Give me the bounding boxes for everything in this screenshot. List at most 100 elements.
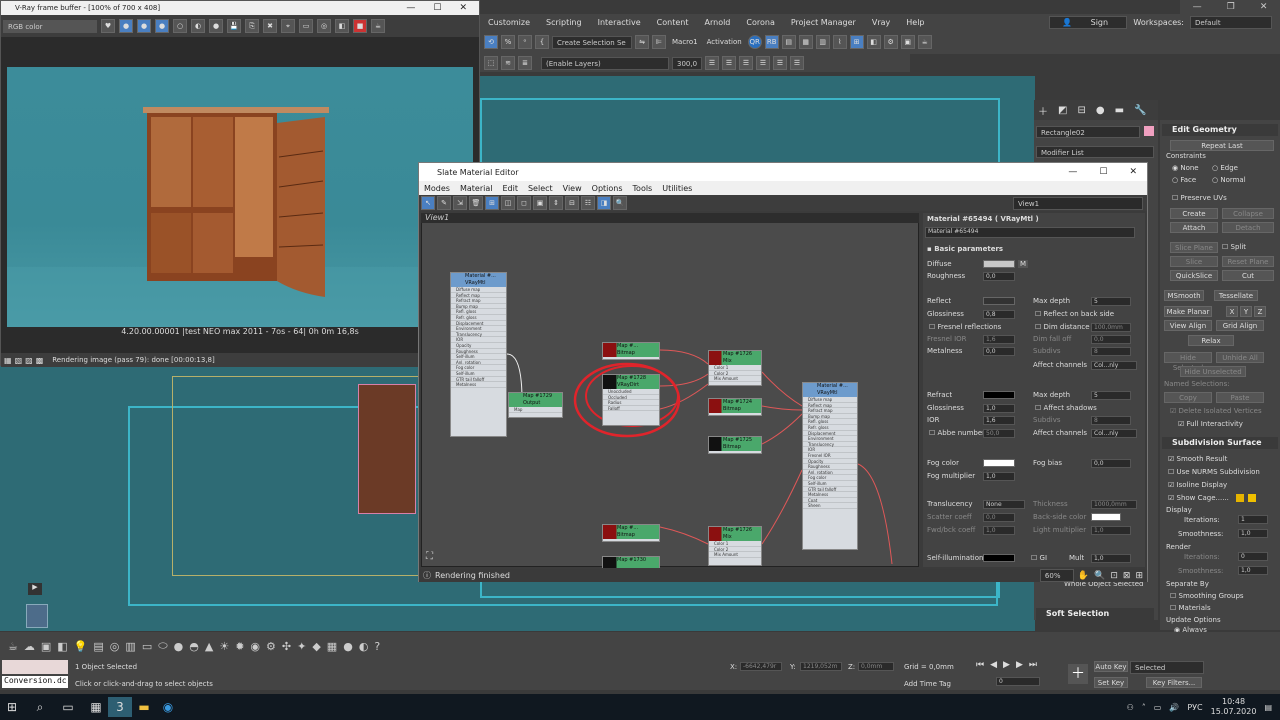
percent-snap-icon[interactable]: % xyxy=(501,35,515,49)
material-editor-icon[interactable]: ◧ xyxy=(866,35,881,49)
key-filters-button[interactable]: Key Filters... xyxy=(1146,677,1202,688)
node-map1729[interactable]: Map #1729 Output Map xyxy=(508,392,563,418)
calculator-icon[interactable]: ▦ xyxy=(84,697,108,717)
node-map1730[interactable]: Map #1730 xyxy=(602,556,660,568)
scatter-field[interactable]: 0,0 xyxy=(983,513,1015,522)
create-tab-icon[interactable]: ＋ xyxy=(1038,103,1048,118)
slate-menu-material[interactable]: Material xyxy=(455,184,498,193)
prev-frame-icon[interactable]: ◀ xyxy=(990,660,997,672)
menu-content[interactable]: Content xyxy=(649,18,697,27)
layer-icon[interactable]: ▤ xyxy=(781,35,796,49)
slate-menu-tools[interactable]: Tools xyxy=(628,184,658,193)
fog-color-swatch[interactable] xyxy=(983,459,1015,467)
slate-menu-utilities[interactable]: Utilities xyxy=(657,184,697,193)
planar-y-button[interactable]: Y xyxy=(1240,306,1252,317)
fresnel-checkbox[interactable]: ☐ Fresnel reflections xyxy=(929,323,1001,331)
grid-align-button[interactable]: Grid Align xyxy=(1216,320,1264,331)
display-iterations-field[interactable]: 1 xyxy=(1238,515,1268,524)
reflect-back-checkbox[interactable]: ☐ Reflect on back side xyxy=(1035,310,1114,318)
slice-plane-button[interactable]: Slice Plane xyxy=(1170,242,1218,253)
tag-tool-icon[interactable]: ◆ xyxy=(312,640,320,653)
affect-shadows-checkbox[interactable]: ☐ Affect shadows xyxy=(1035,404,1097,412)
status-icon-4[interactable]: ▩ xyxy=(36,356,44,365)
x-coordinate-field[interactable]: -6642,479r xyxy=(740,662,782,671)
isoline-display-checkbox[interactable]: ☑ Isoline Display xyxy=(1168,481,1227,489)
node-map1726-bottom[interactable]: Map #1726 Mix Color 1 Color 2 Mix Amount xyxy=(708,526,762,566)
edit-geometry-header[interactable]: Edit Geometry xyxy=(1162,124,1278,136)
teapot-icon[interactable]: ☕ xyxy=(371,19,385,33)
quickslice-button[interactable]: QuickSlice xyxy=(1170,270,1218,281)
blue-channel-icon[interactable]: ● xyxy=(155,19,169,33)
align-icon[interactable]: ⊫ xyxy=(652,35,666,49)
slate-menu-options[interactable]: Options xyxy=(587,184,628,193)
view-align-button[interactable]: View Align xyxy=(1164,320,1212,331)
enable-layers-combo[interactable]: (Enable Layers) xyxy=(541,56,669,70)
slate-menu-modes[interactable]: Modes xyxy=(419,184,455,193)
browser-icon[interactable]: ◉ xyxy=(156,697,180,717)
constraint-edge-radio[interactable]: ○ Edge xyxy=(1212,164,1238,172)
slot-row[interactable]: Map xyxy=(509,407,562,413)
wand-tool-icon[interactable]: ✦ xyxy=(297,640,306,653)
menu-vray[interactable]: Vray xyxy=(864,18,898,27)
abbe-field[interactable]: 50,0 xyxy=(983,429,1015,438)
stack6-icon[interactable]: ☰ xyxy=(790,56,804,70)
fwd-bck-field[interactable]: 1,0 xyxy=(983,526,1015,535)
heart-icon[interactable]: ♥ xyxy=(101,19,115,33)
tray-up-icon[interactable]: ˄ xyxy=(1142,703,1146,712)
task-view-icon[interactable]: ▭ xyxy=(56,697,80,717)
motion-tab-icon[interactable]: ● xyxy=(1096,105,1105,116)
minimize-icon[interactable]: — xyxy=(1193,2,1202,12)
select-region-icon[interactable]: ⬚ xyxy=(484,56,498,70)
constraint-normal-radio[interactable]: ○ Normal xyxy=(1212,176,1246,184)
windows-start-icon[interactable]: ⊞ xyxy=(0,697,24,717)
menu-help[interactable]: Help xyxy=(898,18,932,27)
spinner-snap-icon[interactable]: ᵒ xyxy=(518,35,532,49)
current-frame-field[interactable]: 0 xyxy=(996,677,1040,686)
teapot-tool-icon[interactable]: ☕ xyxy=(8,640,18,653)
close-icon[interactable]: ✕ xyxy=(1260,2,1268,12)
render-setup-icon[interactable]: ⚙ xyxy=(883,35,898,49)
param-editor-icon[interactable]: ◨ xyxy=(597,196,611,210)
ior-field[interactable]: 1,6 xyxy=(983,416,1015,425)
render-smoothness-field[interactable]: 1,0 xyxy=(1238,566,1268,575)
cage-color-1-swatch[interactable] xyxy=(1236,494,1244,502)
smooth-result-checkbox[interactable]: ☑ Smooth Result xyxy=(1168,455,1227,463)
slice-button[interactable]: Slice xyxy=(1170,256,1218,267)
show-map-icon[interactable]: ◻ xyxy=(517,196,531,210)
zoom-icon[interactable]: 🔍 xyxy=(1094,571,1105,581)
camera-tool-icon[interactable]: ▤ xyxy=(93,640,103,653)
film-tool-icon[interactable]: ▥ xyxy=(125,640,135,653)
modifier-list-combo[interactable]: Modifier List xyxy=(1036,146,1154,158)
soft-selection-header[interactable]: Soft Selection xyxy=(1036,608,1154,620)
delete-icon[interactable]: 🗑 xyxy=(469,196,483,210)
search-icon[interactable]: ⌕ xyxy=(28,697,52,717)
slot-row[interactable]: Falloff xyxy=(603,406,659,412)
maxscript-input[interactable]: Conversion.dc xyxy=(2,676,68,688)
vray-close-icon[interactable]: ✕ xyxy=(459,3,467,13)
move-children-icon[interactable]: ⊞ xyxy=(485,196,499,210)
fur-tool-icon[interactable]: ✣ xyxy=(282,640,291,653)
scene-explorer-icon[interactable]: ▦ xyxy=(798,35,813,49)
node-map1724[interactable]: Map #1724 Bitmap xyxy=(708,398,762,416)
zoom-selected-icon[interactable]: ⊞ xyxy=(1135,571,1143,581)
rendered-image[interactable] xyxy=(7,67,473,327)
smoothing-groups-checkbox[interactable]: ☐ Smoothing Groups xyxy=(1170,592,1244,600)
hierarchy-tab-icon[interactable]: ⊟ xyxy=(1077,105,1085,116)
sun-tool-icon[interactable]: ☀ xyxy=(219,640,229,653)
next-frame-icon[interactable]: ▶ xyxy=(1016,660,1023,672)
ball-tool-icon[interactable]: ● xyxy=(343,640,353,653)
metalness-field[interactable]: 0,0 xyxy=(983,347,1015,356)
show-cage-checkbox[interactable]: ☑ Show Cage...... xyxy=(1168,494,1229,502)
red-channel-icon[interactable]: ● xyxy=(119,19,133,33)
cage-color-2-swatch[interactable] xyxy=(1248,494,1256,502)
vray-minimize-icon[interactable]: — xyxy=(406,3,415,13)
file-explorer-icon[interactable]: ▬ xyxy=(132,697,156,717)
node-map1728[interactable]: Map #1728 VRayDirt Unoccluded Occluded R… xyxy=(602,374,660,426)
node-material-main[interactable]: Material #... VRayMtl Diffuse map Reflec… xyxy=(450,272,507,437)
mirror-icon[interactable]: ⇋ xyxy=(635,35,649,49)
target-tool-icon[interactable]: ◎ xyxy=(110,640,120,653)
sky-tool-icon[interactable]: ✹ xyxy=(235,640,244,653)
slate-minimize-icon[interactable]: — xyxy=(1068,167,1077,177)
ellipse-tool-icon[interactable]: ⬭ xyxy=(158,639,167,653)
render-frame-icon[interactable]: ▣ xyxy=(900,35,915,49)
